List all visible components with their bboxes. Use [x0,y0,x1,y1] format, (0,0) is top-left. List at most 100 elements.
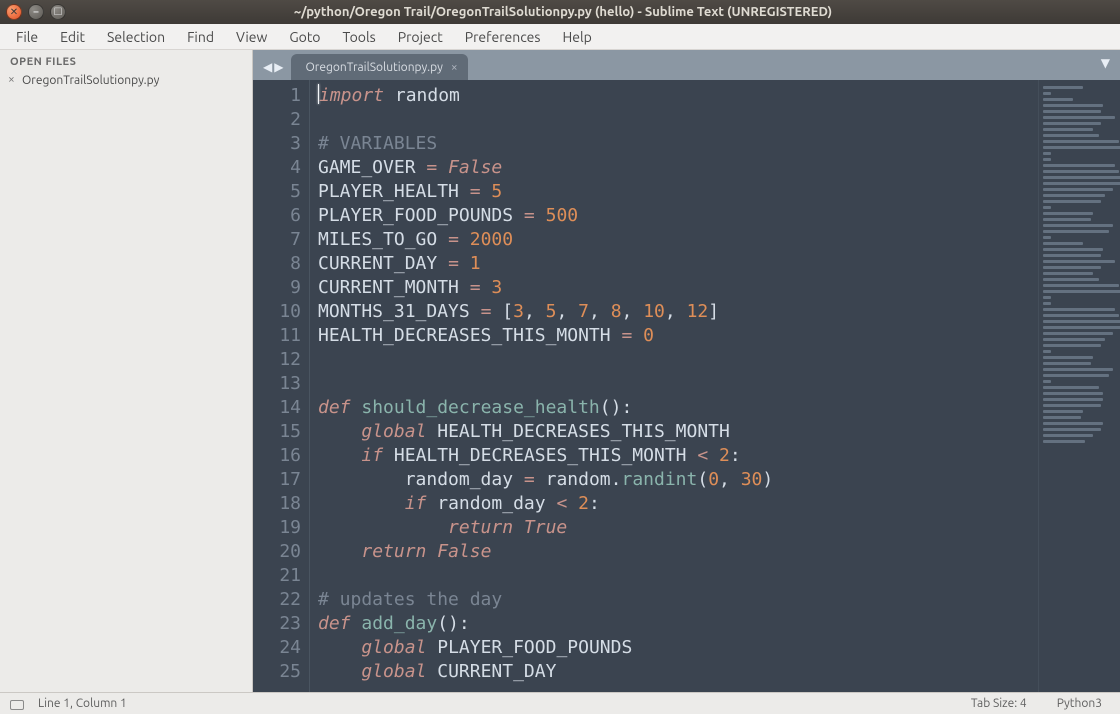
minimap-line [1043,344,1101,347]
menu-file[interactable]: File [6,26,48,48]
minimap-line [1043,236,1051,239]
line-number: 12 [253,348,301,372]
open-file-item[interactable]: OregonTrailSolutionpy.py [0,72,252,89]
minimap-line [1043,134,1099,137]
minimap-line [1043,362,1091,365]
minimap-line [1043,368,1113,371]
open-files-header: OPEN FILES [0,50,252,72]
minimap-line [1043,254,1101,257]
code-line: def should_decrease_health(): [318,396,1038,420]
statusbar: Line 1, Column 1 Tab Size: 4 Python3 [0,692,1120,714]
minimap-line [1043,116,1115,119]
minimap-line [1043,110,1101,113]
menu-selection[interactable]: Selection [97,26,175,48]
menu-tools[interactable]: Tools [333,26,386,48]
line-number: 10 [253,300,301,324]
minimap-line [1043,278,1099,281]
code-editor[interactable]: import random # VARIABLESGAME_OVER = Fal… [309,80,1038,692]
minimap-line [1043,404,1101,407]
code-line: def add_day(): [318,612,1038,636]
minimap-line [1043,374,1109,377]
minimap-line [1043,104,1103,107]
minimap-line [1043,98,1073,101]
minimap-line [1043,146,1120,149]
minimap-line [1043,410,1083,413]
minimap-line [1043,260,1115,263]
code-line: CURRENT_MONTH = 3 [318,276,1038,300]
minimap-line [1043,434,1093,437]
tab-close-icon[interactable]: × [451,61,458,74]
code-line: MONTHS_31_DAYS = [3, 5, 7, 8, 10, 12] [318,300,1038,324]
line-number: 19 [253,516,301,540]
code-line: if HEALTH_DECREASES_THIS_MONTH < 2: [318,444,1038,468]
minimap-line [1043,224,1113,227]
code-line: # updates the day [318,588,1038,612]
titlebar: ✕ – ☐ ~/python/Oregon Trail/OregonTrailS… [0,0,1120,24]
nav-forward-icon[interactable]: ▶ [274,60,283,74]
panel-switcher-icon[interactable] [10,700,24,710]
line-number: 16 [253,444,301,468]
minimap-line [1043,218,1091,221]
sidebar: OPEN FILES OregonTrailSolutionpy.py [0,50,253,692]
line-number: 6 [253,204,301,228]
code-line: PLAYER_HEALTH = 5 [318,180,1038,204]
tab-label: OregonTrailSolutionpy.py [305,61,442,74]
line-number: 15 [253,420,301,444]
code-line [318,564,1038,588]
minimap-line [1043,182,1120,185]
menu-help[interactable]: Help [552,26,601,48]
minimap-line [1043,194,1105,197]
menu-edit[interactable]: Edit [50,26,95,48]
line-number: 24 [253,636,301,660]
minimap-line [1043,314,1119,317]
code-line: # VARIABLES [318,132,1038,156]
code-line [318,108,1038,132]
code-line: HEALTH_DECREASES_THIS_MONTH = 0 [318,324,1038,348]
code-line [318,348,1038,372]
minimap-line [1043,326,1120,329]
menu-project[interactable]: Project [388,26,453,48]
tabstrip: ◀ ▶ OregonTrailSolutionpy.py × ▼ [253,50,1120,80]
tab-overflow-icon[interactable]: ▼ [1101,56,1110,70]
line-number: 21 [253,564,301,588]
code-line: return True [318,516,1038,540]
code-line: if random_day < 2: [318,492,1038,516]
minimap-line [1043,338,1105,341]
app-window: ✕ – ☐ ~/python/Oregon Trail/OregonTrailS… [0,0,1120,714]
minimap-line [1043,158,1051,161]
file-tab[interactable]: OregonTrailSolutionpy.py × [291,54,467,80]
minimap[interactable] [1038,80,1120,692]
syntax-mode[interactable]: Python3 [1049,697,1110,710]
minimap-line [1043,440,1085,443]
line-number: 7 [253,228,301,252]
line-number: 23 [253,612,301,636]
cursor-position[interactable]: Line 1, Column 1 [38,697,127,710]
minimap-line [1043,122,1101,125]
minimap-line [1043,416,1081,419]
line-number: 9 [253,276,301,300]
menu-preferences[interactable]: Preferences [455,26,551,48]
line-number: 13 [253,372,301,396]
code-line: random_day = random.randint(0, 30) [318,468,1038,492]
minimap-line [1043,248,1103,251]
minimap-line [1043,92,1051,95]
line-number: 20 [253,540,301,564]
main-area: OPEN FILES OregonTrailSolutionpy.py ◀ ▶ … [0,50,1120,692]
line-number: 25 [253,660,301,684]
tab-size[interactable]: Tab Size: 4 [963,697,1035,710]
minimap-line [1043,164,1115,167]
minimap-line [1043,176,1120,179]
window-title: ~/python/Oregon Trail/OregonTrailSolutio… [12,5,1114,19]
minimap-line [1043,266,1101,269]
menu-view[interactable]: View [226,26,277,48]
line-number: 17 [253,468,301,492]
menu-goto[interactable]: Goto [279,26,330,48]
minimap-line [1043,386,1099,389]
minimap-line [1043,212,1093,215]
code-line: global HEALTH_DECREASES_THIS_MONTH [318,420,1038,444]
minimap-line [1043,290,1120,293]
minimap-line [1043,284,1119,287]
minimap-line [1043,398,1103,401]
menu-find[interactable]: Find [177,26,224,48]
nav-back-icon[interactable]: ◀ [263,60,272,74]
